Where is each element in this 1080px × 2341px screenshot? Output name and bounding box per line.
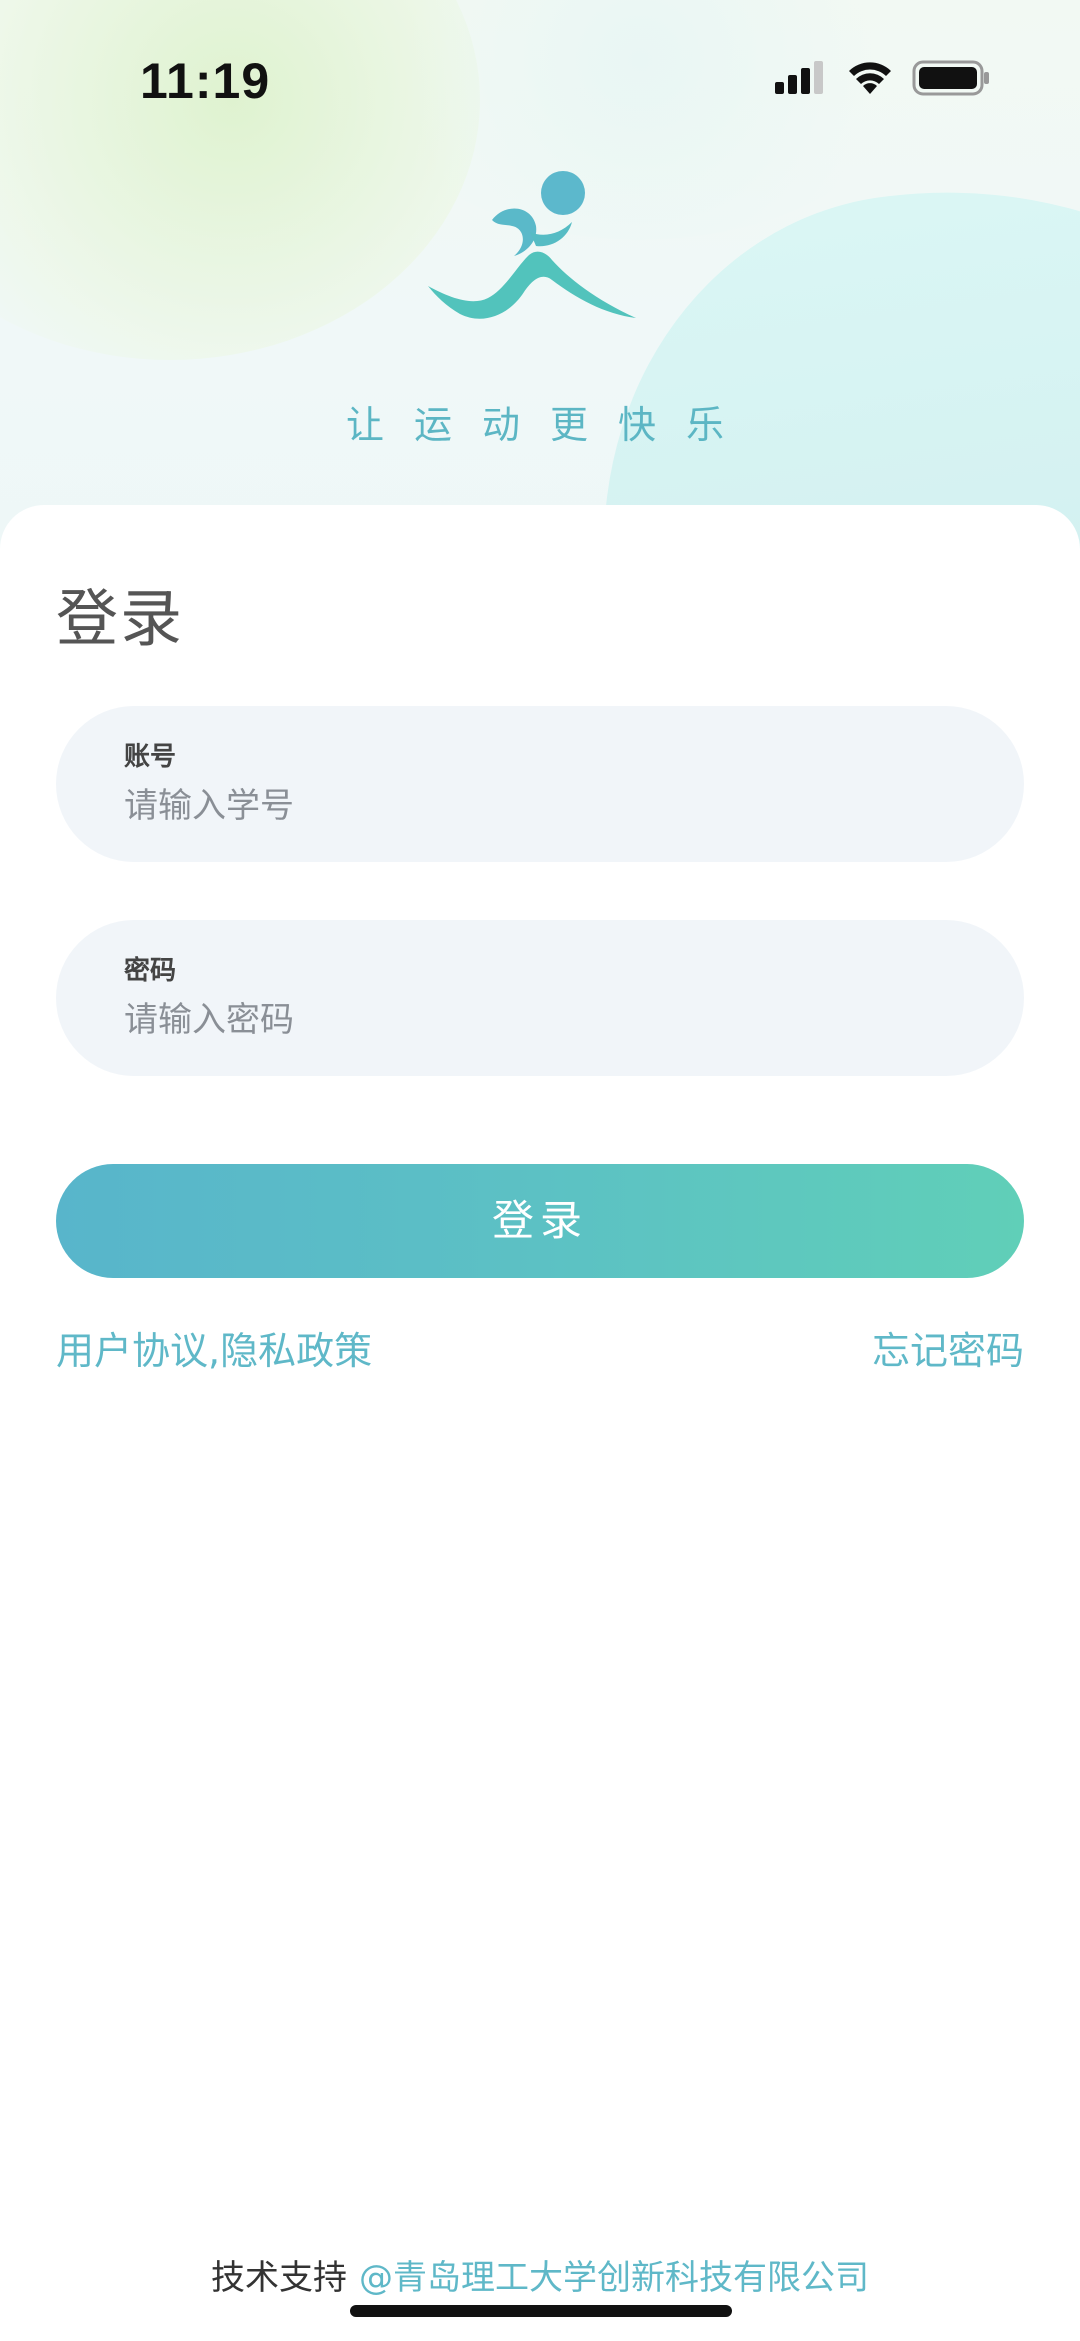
- wifi-icon: [849, 62, 891, 94]
- user-agreement-privacy-link[interactable]: 用户协议,隐私政策: [56, 1320, 372, 1375]
- status-time: 11:19: [140, 53, 271, 109]
- footer-company-link[interactable]: @青岛理工大学创新科技有限公司: [359, 2258, 869, 2298]
- page-title: 登录: [56, 582, 185, 655]
- forgot-password-link[interactable]: 忘记密码: [872, 1320, 1024, 1375]
- cellular-signal-icon: [775, 61, 823, 94]
- account-input[interactable]: [124, 780, 944, 832]
- battery-icon: [912, 60, 989, 96]
- password-field[interactable]: 密码: [56, 920, 1024, 1076]
- password-input[interactable]: [124, 994, 944, 1046]
- account-label: 账号: [124, 742, 177, 772]
- home-indicator[interactable]: [350, 2305, 732, 2317]
- footer: 技术支持 @青岛理工大学创新科技有限公司: [0, 2250, 1080, 2299]
- slogan: 让运动更快乐: [345, 403, 754, 447]
- running-person-logo: [428, 171, 636, 319]
- login-button[interactable]: 登录: [56, 1164, 1024, 1278]
- footer-prefix: 技术支持: [211, 2258, 347, 2298]
- account-field[interactable]: 账号: [56, 706, 1024, 862]
- status-bar: 11:19: [0, 0, 1080, 160]
- password-label: 密码: [124, 956, 177, 986]
